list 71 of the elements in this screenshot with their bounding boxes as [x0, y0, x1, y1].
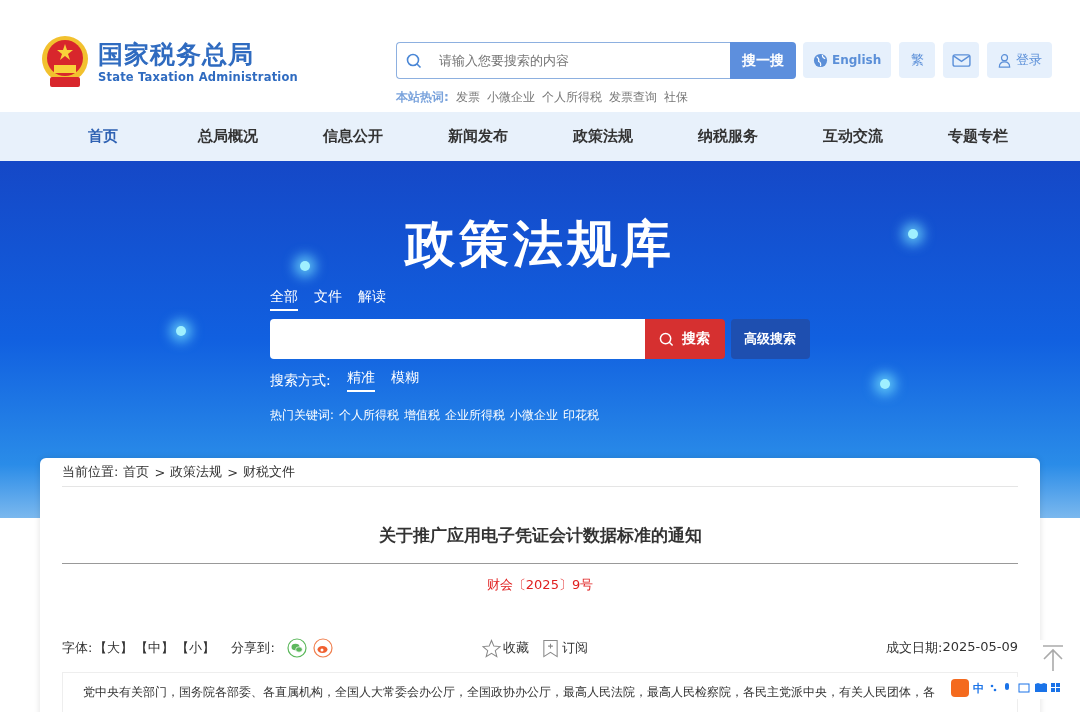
user-icon: [997, 52, 1013, 68]
mail-button[interactable]: [943, 42, 980, 78]
search-mode-tab[interactable]: 精准: [346, 369, 375, 392]
nav-tab[interactable]: 纳税服务: [665, 127, 790, 146]
search-field[interactable]: 请输入您要搜索的内容: [396, 42, 730, 79]
font-size-link[interactable]: 【大】: [94, 639, 134, 657]
hot-keyword-link[interactable]: 增值税: [403, 408, 440, 423]
scope-tab[interactable]: 文件: [314, 288, 342, 311]
light-glow: [908, 229, 918, 239]
weibo-share-icon[interactable]: [312, 638, 333, 658]
nav-tab[interactable]: 专题专栏: [915, 127, 1040, 146]
font-size-link[interactable]: 【小】: [176, 639, 216, 657]
hot-keyword-link[interactable]: 印花税: [562, 408, 599, 423]
breadcrumb-link[interactable]: 财税文件: [243, 463, 296, 481]
breadcrumb-link[interactable]: 政策法规: [170, 463, 223, 481]
search-icon: [406, 53, 422, 69]
hot-word-link[interactable]: 发票: [455, 89, 480, 106]
breadcrumb-link[interactable]: 首页: [123, 463, 150, 481]
globe-icon: [813, 52, 828, 68]
search-mode-tab[interactable]: 模糊: [390, 369, 419, 392]
banner-title: 政策法规库: [405, 213, 675, 275]
ime-mode[interactable]: 中: [973, 680, 984, 696]
ime-logo-icon[interactable]: [951, 679, 969, 697]
font-size-link[interactable]: 【中】: [135, 639, 175, 657]
login-button[interactable]: 登录: [987, 42, 1053, 78]
site-title: 国家税务总局: [98, 40, 255, 70]
nav-tab[interactable]: 新闻发布: [415, 127, 540, 146]
font-size-label: 字体:: [62, 639, 93, 657]
search-mode-label: 搜索方式:: [270, 371, 331, 390]
document-number: 财会〔2025〕9号: [485, 576, 595, 594]
breadcrumb-label: 当前位置:: [62, 463, 119, 481]
hot-keyword-link[interactable]: 个人所得税: [338, 408, 399, 423]
advanced-search-button[interactable]: 高级搜索: [730, 319, 810, 359]
nav-tab[interactable]: 信息公开: [290, 127, 415, 146]
search-button[interactable]: 搜索: [645, 319, 725, 359]
nav-tab[interactable]: 互动交流: [790, 127, 915, 146]
search-button[interactable]: 搜一搜: [730, 42, 796, 79]
hot-keywords-label: 热门关键词:: [270, 408, 334, 423]
article-title: 关于推广应用电子凭证会计数据标准的通知: [62, 525, 1018, 564]
bookmark-plus-icon: [541, 638, 560, 658]
emblem-icon: [40, 35, 90, 89]
nav-tab[interactable]: 首页: [40, 127, 165, 146]
breadcrumb-separator: >: [227, 464, 239, 480]
article-body-text: 党中央有关部门，国务院各部委、各直属机构，全国人大常委会办公厅，全国政协办公厅，最高人民法院，最高人民检察院，各民主党派中央，有关人民团体，各: [83, 684, 935, 701]
nav-tab[interactable]: 政策法规: [540, 127, 665, 146]
hot-word-link[interactable]: 个人所得税: [541, 89, 602, 106]
breadcrumb-separator: >: [154, 464, 166, 480]
hot-words-label: 本站热词:: [396, 89, 449, 106]
hot-word-link[interactable]: 发票查询: [608, 89, 657, 106]
subscribe-button[interactable]: 订阅: [541, 638, 588, 658]
star-icon: [482, 638, 501, 658]
favorite-button[interactable]: 收藏: [482, 638, 529, 658]
hot-keyword-link[interactable]: 企业所得税: [444, 408, 505, 423]
site-subtitle: State Taxation Administration: [98, 70, 298, 84]
date-label: 成文日期:: [886, 639, 943, 657]
mail-icon: [951, 52, 971, 68]
scope-tab[interactable]: 全部: [270, 288, 298, 311]
hot-word-link[interactable]: 小微企业: [486, 89, 535, 106]
hot-keyword-link[interactable]: 小微企业: [509, 408, 558, 423]
light-glow: [880, 379, 890, 389]
share-label: 分享到:: [231, 639, 275, 657]
nav-tab[interactable]: 总局概况: [165, 127, 290, 146]
hot-word-link[interactable]: 社保: [663, 89, 688, 106]
document-date: 2025-05-09: [942, 639, 1018, 656]
search-icon: [659, 331, 675, 347]
policy-search-field[interactable]: [270, 319, 646, 359]
chat-share-icon[interactable]: [286, 638, 307, 658]
up-arrow-icon: [1041, 644, 1065, 672]
scope-tab[interactable]: 解读: [358, 288, 386, 311]
light-glow: [176, 326, 186, 336]
light-glow: [300, 261, 310, 271]
